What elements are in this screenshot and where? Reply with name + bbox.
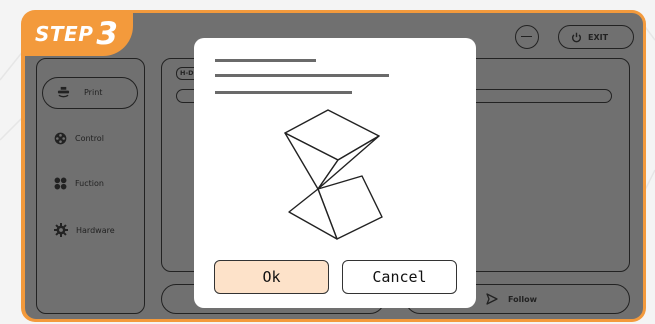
text-placeholder-line: [215, 91, 352, 94]
sidebar-item-label: Print: [84, 88, 103, 97]
follow-label: Follow: [508, 294, 538, 304]
send-icon: [486, 293, 498, 305]
minus-circle-icon[interactable]: [515, 25, 539, 49]
sidebar-item-fuction[interactable]: Fuction: [54, 177, 104, 190]
step-badge: STEP 3: [23, 12, 133, 56]
control-icon: [54, 132, 67, 145]
printer-icon: [57, 86, 70, 98]
sidebar-item-label: Fuction: [75, 179, 104, 188]
text-placeholder-line: [215, 74, 389, 77]
exit-label: EXIT: [588, 32, 609, 42]
step-word: STEP: [35, 22, 94, 46]
ok-button[interactable]: Ok: [214, 260, 329, 294]
text-placeholder-line: [215, 59, 316, 62]
exit-button[interactable]: EXIT: [558, 25, 634, 49]
sidebar-item-print-content: Print: [57, 86, 102, 99]
four-petal-icon: [54, 177, 67, 190]
cancel-button[interactable]: Cancel: [342, 260, 457, 294]
sidebar-item-hardware[interactable]: Hardware: [54, 223, 115, 237]
power-icon: [571, 32, 582, 42]
step-number: 3: [96, 15, 118, 52]
sidebar-item-control[interactable]: Control: [54, 132, 104, 145]
twisted-cube-icon: [284, 109, 383, 240]
sidebar-item-label: Hardware: [76, 225, 115, 235]
gear-icon: [54, 223, 68, 237]
sidebar-item-label: Control: [75, 134, 104, 143]
